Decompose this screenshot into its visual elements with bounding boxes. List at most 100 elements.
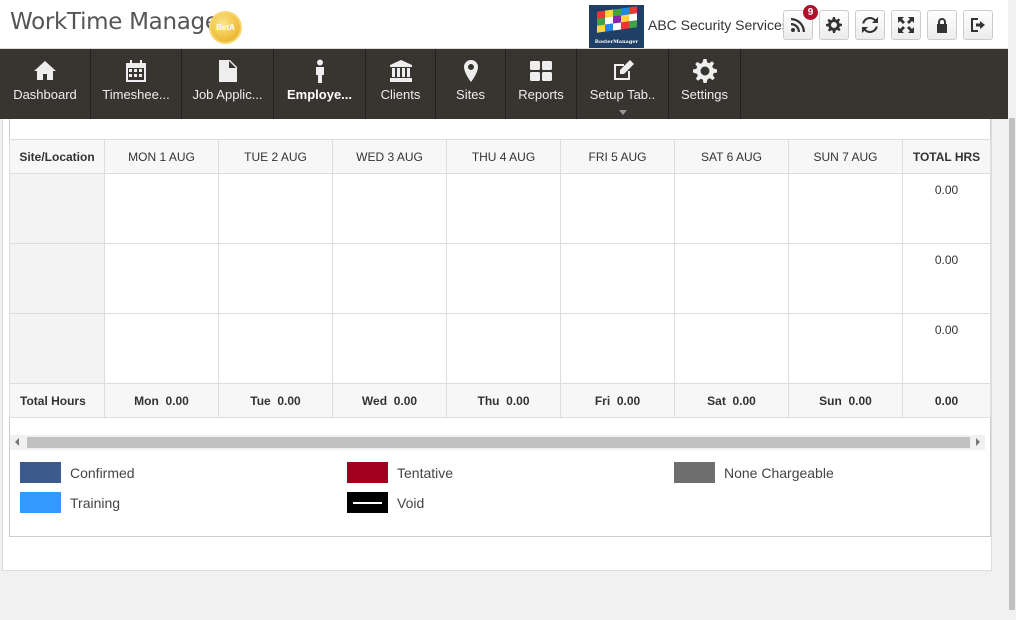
nav-sites[interactable]: Sites — [436, 49, 506, 119]
nav-settings[interactable]: Settings — [669, 49, 741, 119]
legend-void: Void — [347, 492, 424, 513]
horizontal-scrollbar-thumb[interactable] — [27, 437, 970, 448]
row-total-hours: 0.00 — [902, 243, 991, 314]
legend-swatch — [20, 492, 61, 513]
shift-cell[interactable] — [332, 313, 447, 384]
shift-cell[interactable] — [332, 243, 447, 314]
day-total: Sun 0.00 — [788, 383, 903, 418]
rss-icon — [791, 18, 805, 32]
shift-cell[interactable] — [788, 173, 903, 244]
settings-button[interactable] — [819, 10, 849, 40]
shift-cell[interactable] — [446, 313, 561, 384]
shift-cell[interactable] — [674, 313, 789, 384]
shift-cell[interactable] — [218, 173, 333, 244]
nav-label: Dashboard — [13, 87, 77, 102]
shift-cell[interactable] — [788, 243, 903, 314]
legend-swatch — [347, 492, 388, 513]
grand-total: 0.00 — [902, 383, 991, 418]
calendar-icon — [126, 60, 146, 82]
shift-cell[interactable] — [218, 313, 333, 384]
legend-none-chargeable: None Chargeable — [674, 462, 834, 483]
legend-swatch — [674, 462, 715, 483]
shift-cell[interactable] — [332, 173, 447, 244]
schedule-table: Site/Location MON 1 AUG TUE 2 AUG WED 3 … — [9, 139, 991, 418]
table-horizontal-scrollbar[interactable] — [10, 435, 985, 450]
legend-label: Training — [70, 494, 121, 511]
legend-label: Void — [397, 494, 425, 511]
app-title: WorkTime Manager — [10, 9, 228, 35]
totals-row: Total Hours Mon 0.00 Tue 0.00 Wed 0.00 T… — [9, 383, 991, 418]
nav-clients[interactable]: Clients — [366, 49, 436, 119]
day-total: Mon 0.00 — [104, 383, 219, 418]
shift-cell[interactable] — [674, 243, 789, 314]
shift-cell[interactable] — [674, 173, 789, 244]
row-total-hours: 0.00 — [902, 313, 991, 384]
nav-label: Settings — [681, 87, 728, 102]
day-total: Wed 0.00 — [332, 383, 447, 418]
refresh-button[interactable] — [855, 10, 885, 40]
main-nav: Dashboard Timeshee... Job Applic... Empl… — [0, 49, 1008, 119]
fullscreen-button[interactable] — [891, 10, 921, 40]
beta-badge: BetA — [211, 13, 240, 42]
shift-cell[interactable] — [446, 243, 561, 314]
shift-cell[interactable] — [560, 173, 675, 244]
legend-tentative: Tentative — [347, 462, 453, 483]
page-scrollbar[interactable] — [1008, 0, 1016, 620]
day-total: Thu 0.00 — [446, 383, 561, 418]
day-total: Fri 0.00 — [560, 383, 675, 418]
shift-cell[interactable] — [104, 313, 219, 384]
company-name: ABC Security Services — [648, 17, 789, 33]
shift-cell[interactable] — [560, 243, 675, 314]
app-header: WorkTime Manager BetA RosterManager ABC … — [0, 0, 1008, 49]
legend-training: Training — [20, 492, 120, 513]
refresh-icon — [862, 17, 878, 33]
column-header-day: SAT 6 AUG — [674, 139, 789, 174]
fullscreen-icon — [898, 17, 914, 33]
site-cell[interactable] — [9, 243, 105, 314]
site-cell[interactable] — [9, 173, 105, 244]
home-icon — [34, 61, 56, 80]
nav-label: Employe... — [286, 87, 353, 102]
shift-cell[interactable] — [788, 313, 903, 384]
column-header-day: SUN 7 AUG — [788, 139, 903, 174]
notification-badge: 9 — [803, 5, 818, 20]
nav-employees[interactable]: Employe... — [274, 49, 366, 119]
person-icon — [315, 59, 324, 83]
shift-cell[interactable] — [104, 173, 219, 244]
site-cell[interactable] — [9, 313, 105, 384]
column-header-day: WED 3 AUG — [332, 139, 447, 174]
column-header-day: TUE 2 AUG — [218, 139, 333, 174]
column-header-total: TOTAL HRS — [902, 139, 991, 174]
shift-cell[interactable] — [218, 243, 333, 314]
grid-icon — [530, 61, 552, 81]
table-row: 0.00 — [9, 173, 991, 244]
row-total-hours: 0.00 — [902, 173, 991, 244]
scroll-left-arrow-icon[interactable] — [15, 438, 19, 446]
lock-button[interactable] — [927, 10, 957, 40]
shift-cell[interactable] — [104, 243, 219, 314]
page-scrollbar-thumb[interactable] — [1009, 118, 1015, 610]
totals-label: Total Hours — [9, 383, 105, 418]
nav-timesheets[interactable]: Timeshee... — [91, 49, 182, 119]
chevron-down-icon — [618, 110, 627, 115]
nav-setup-tables[interactable]: Setup Tab.. — [577, 49, 669, 119]
nav-reports[interactable]: Reports — [506, 49, 577, 119]
nav-job-applications[interactable]: Job Applic... — [182, 49, 274, 119]
shift-cell[interactable] — [560, 313, 675, 384]
column-header-day: THU 4 AUG — [446, 139, 561, 174]
column-header-day: FRI 5 AUG — [560, 139, 675, 174]
table-row: 0.00 — [9, 313, 991, 384]
shift-cell[interactable] — [446, 173, 561, 244]
legend-confirmed: Confirmed — [20, 462, 135, 483]
scroll-right-arrow-icon[interactable] — [976, 438, 980, 446]
document-icon — [218, 60, 237, 82]
day-total: Tue 0.00 — [218, 383, 333, 418]
nav-dashboard[interactable]: Dashboard — [0, 49, 91, 119]
company-logo: RosterManager — [589, 5, 644, 48]
column-header-day: MON 1 AUG — [104, 139, 219, 174]
nav-label: Job Applic... — [192, 87, 263, 102]
legend-label: None Chargeable — [724, 464, 834, 481]
logout-button[interactable] — [963, 10, 993, 40]
logout-icon — [971, 18, 985, 32]
legend-label: Tentative — [397, 464, 454, 481]
